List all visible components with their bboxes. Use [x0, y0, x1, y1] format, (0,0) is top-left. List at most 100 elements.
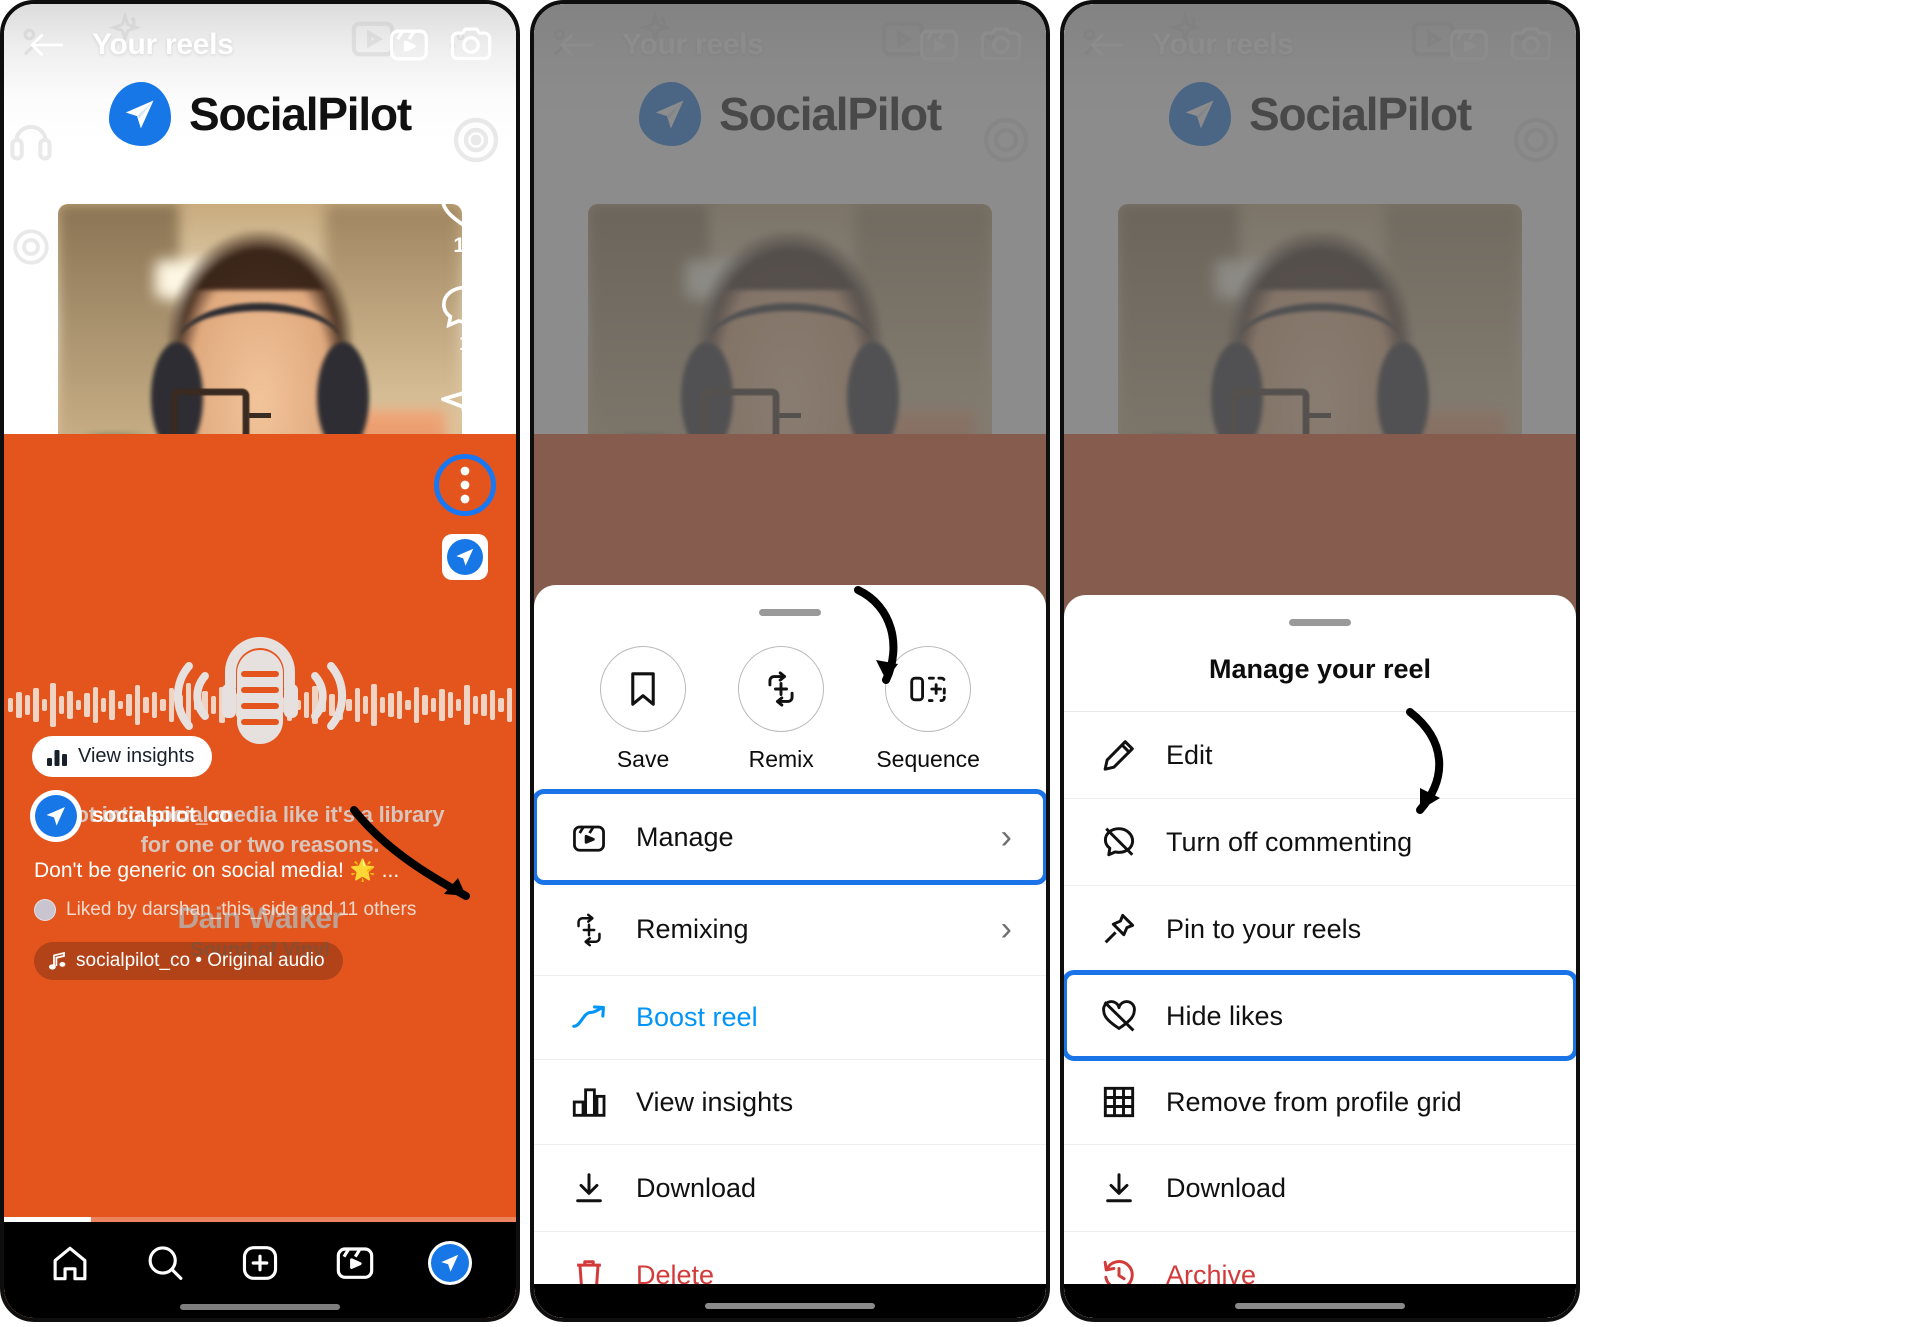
- liker-avatar: [34, 899, 56, 921]
- chevron-right-icon: ›: [1000, 818, 1012, 856]
- menu-item-remove-from-profile-grid[interactable]: Remove from profile grid: [1064, 1059, 1576, 1144]
- menu-item-edit[interactable]: Edit: [1064, 711, 1576, 798]
- three-panel-tutorial: Your reels SocialPilot View insights ot …: [0, 0, 1910, 1327]
- reel-view: Your reels SocialPilot View insights ot …: [4, 4, 516, 1318]
- quick-action-remix[interactable]: Remix: [738, 646, 825, 773]
- chevron-right-icon: ›: [1000, 910, 1012, 948]
- pin-icon: [1098, 912, 1140, 946]
- socialpilot-logo-icon: [109, 82, 172, 146]
- manage-reel-sheet: Manage your reel Edit Turn off commentin…: [1064, 595, 1576, 1318]
- manage-menu-list: Edit Turn off commenting Pin to your ree…: [1064, 711, 1576, 1318]
- options-menu-list: Manage › Remixing › Boost reel View insi…: [534, 789, 1046, 1318]
- download-icon: [1098, 1171, 1140, 1205]
- back-button[interactable]: [26, 24, 68, 66]
- device-home-bar: [1064, 1284, 1576, 1318]
- menu-item-label: Remixing: [636, 914, 749, 944]
- menu-item-label: Manage: [636, 822, 734, 852]
- nav-search[interactable]: [137, 1235, 193, 1291]
- nav-home[interactable]: [42, 1235, 98, 1291]
- liked-by-row[interactable]: Liked by darshan_this_side and 11 others: [34, 899, 416, 921]
- menu-item-label: Hide likes: [1166, 1000, 1284, 1031]
- menu-item-turn-off-commenting[interactable]: Turn off commenting: [1064, 798, 1576, 885]
- more-options-button[interactable]: [434, 454, 496, 516]
- menu-item-label: Pin to your reels: [1166, 913, 1362, 944]
- bookmark-icon: [600, 646, 687, 732]
- phone-panel-1: Your reels SocialPilot View insights ot …: [0, 0, 520, 1322]
- remix-icon: [738, 646, 825, 732]
- profile-shortcut-button[interactable]: [442, 534, 488, 580]
- menu-item-label: View insights: [636, 1086, 794, 1117]
- menu-item-label: Turn off commenting: [1166, 826, 1413, 857]
- reels-icon[interactable]: [386, 22, 432, 68]
- menu-item-download[interactable]: Download: [1064, 1144, 1576, 1231]
- sheet-title: Manage your reel: [1208, 654, 1432, 684]
- menu-item-pin-to-your-reels[interactable]: Pin to your reels: [1064, 885, 1576, 972]
- home-icon: [53, 1246, 87, 1281]
- phone-panel-3: Your reels SocialPilot: [1060, 0, 1580, 1322]
- manage-reel-icon: [568, 822, 610, 854]
- menu-item-manage[interactable]: Manage ›: [534, 789, 1046, 885]
- comment-button[interactable]: 1: [440, 282, 490, 356]
- sequence-icon: [885, 646, 972, 732]
- menu-item-label: Edit: [1166, 739, 1213, 770]
- audio-label: socialpilot_co • Original audio: [76, 950, 325, 971]
- home-indicator: [180, 1304, 340, 1310]
- heart-off-icon: [1098, 999, 1140, 1033]
- view-insights-label: View insights: [78, 745, 195, 767]
- nav-reels[interactable]: [327, 1235, 383, 1291]
- bar-chart-icon: [568, 1086, 610, 1118]
- menu-item-view-insights[interactable]: View insights: [534, 1059, 1046, 1144]
- trending-up-icon: [568, 1004, 610, 1032]
- author-username: socialpilot_co: [92, 804, 233, 827]
- menu-item-label: Remove from profile grid: [1166, 1086, 1462, 1117]
- nav-profile[interactable]: [422, 1235, 478, 1291]
- brand-lockup: SocialPilot: [4, 82, 516, 146]
- reel-author[interactable]: socialpilot_co: [32, 792, 232, 840]
- menu-item-label: Download: [1166, 1172, 1287, 1203]
- quick-actions-row: Save Remix Sequence: [534, 616, 1046, 791]
- brand-name: SocialPilot: [189, 88, 412, 140]
- menu-item-boost-reel[interactable]: Boost reel: [534, 975, 1046, 1059]
- audio-attribution-pill[interactable]: socialpilot_co • Original audio: [34, 942, 343, 980]
- quick-action-sequence[interactable]: Sequence: [876, 646, 980, 773]
- quick-action-label: Save: [616, 746, 670, 772]
- menu-item-hide-likes[interactable]: Hide likes: [1064, 970, 1576, 1061]
- socialpilot-logo-icon: [456, 548, 474, 566]
- plus-square-icon: [242, 1246, 278, 1280]
- bar-chart-icon: [47, 749, 67, 766]
- menu-item-download[interactable]: Download: [534, 1144, 1046, 1231]
- reel-action-rail: 12 1: [432, 184, 498, 580]
- like-count: 12: [453, 234, 477, 257]
- phone-panel-2: Your reels SocialPilot: [530, 0, 1050, 1322]
- share-button[interactable]: [439, 380, 491, 430]
- share-paper-plane-icon: [441, 384, 489, 428]
- comment-icon: [442, 285, 488, 329]
- comment-count: 1: [459, 332, 471, 355]
- view-insights-pill[interactable]: View insights: [32, 736, 213, 777]
- socialpilot-logo-icon: [441, 1254, 459, 1272]
- avatar: [32, 792, 80, 840]
- search-icon: [148, 1246, 183, 1280]
- page-title: Your reels: [92, 28, 234, 61]
- music-note-icon: [49, 951, 66, 970]
- menu-item-label: Boost reel: [636, 1002, 758, 1032]
- sheet-drag-handle[interactable]: [759, 609, 821, 616]
- camera-icon[interactable]: [448, 22, 494, 68]
- comment-off-icon: [1098, 825, 1140, 859]
- heart-icon: [440, 185, 490, 229]
- menu-item-label: Download: [636, 1172, 757, 1203]
- nav-create[interactable]: [232, 1235, 288, 1291]
- like-button[interactable]: 12: [439, 184, 491, 258]
- menu-item-remixing[interactable]: Remixing ›: [534, 883, 1046, 975]
- reel-options-sheet: Save Remix Sequence Manage › Remixing › …: [534, 585, 1046, 1318]
- remix-icon: [568, 913, 610, 947]
- highlight-ring: [434, 454, 496, 516]
- sheet-drag-handle[interactable]: [1289, 619, 1351, 626]
- download-icon: [568, 1171, 610, 1205]
- reels-icon: [336, 1247, 374, 1279]
- quick-action-save[interactable]: Save: [600, 646, 687, 773]
- liked-by-label: Liked by darshan_this_side and 11 others: [66, 899, 417, 920]
- quick-action-label: Sequence: [876, 746, 980, 772]
- reel-topbar: Your reels: [4, 12, 516, 78]
- quick-action-label: Remix: [748, 746, 814, 772]
